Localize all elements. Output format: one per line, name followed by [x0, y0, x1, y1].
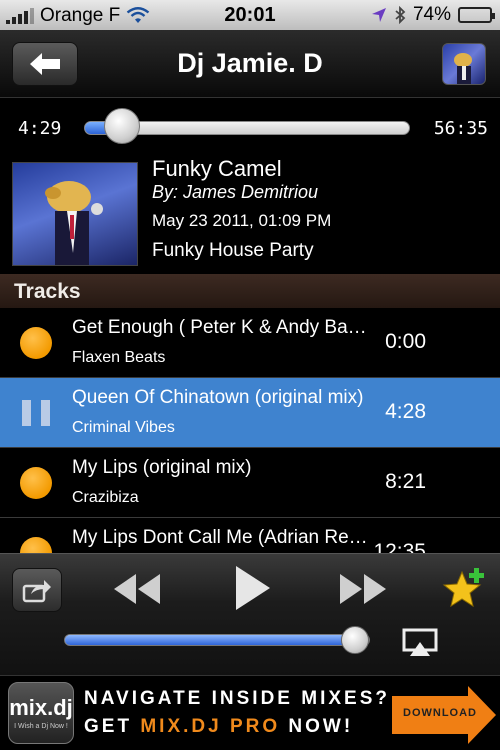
track-duration: 8:21: [385, 470, 426, 493]
progress-knob[interactable]: [104, 108, 141, 144]
track-title: My Lips Dont Call Me (Adrian Remix): [72, 527, 372, 548]
bluetooth-icon: [395, 6, 406, 24]
track-title: Queen Of Chinatown (original mix): [72, 387, 364, 408]
track-row[interactable]: Get Enough ( Peter K & Andy Baxter Remix…: [0, 308, 500, 378]
ad-logo-subtitle: I Wish a Dj Now !: [14, 723, 68, 730]
mix-artist: By: James Demitriou: [152, 182, 319, 202]
volume-fill: [65, 635, 354, 645]
track-duration: 0:00: [385, 330, 426, 353]
mix-cover-art: [12, 162, 138, 266]
ad-brand: MIX.DJ PRO: [140, 716, 281, 737]
mixdj-logo: mix.dj I Wish a Dj Now !: [8, 682, 74, 744]
share-button[interactable]: [12, 568, 62, 612]
share-icon: [22, 580, 51, 603]
camel-cover-icon: [45, 181, 103, 265]
camel-artwork-icon: [454, 53, 472, 84]
play-icon[interactable]: [232, 564, 272, 612]
favorite-star-add-icon[interactable]: [440, 566, 488, 612]
elapsed-time: 4:29: [18, 118, 62, 139]
track-artist: Flaxen Beats: [72, 349, 166, 366]
pause-icon: [22, 400, 50, 426]
volume-knob[interactable]: [340, 626, 369, 654]
mix-genre: Funky House Party: [152, 240, 314, 261]
ad-headline: NAVIGATE INSIDE MIXES?: [84, 688, 390, 709]
track-row[interactable]: My Lips Dont Call Me (Adrian Remix) 12:3…: [0, 518, 500, 553]
total-time: 56:35: [433, 118, 488, 139]
ad-banner[interactable]: mix.dj I Wish a Dj Now ! NAVIGATE INSIDE…: [0, 675, 500, 750]
track-status-dot-icon: [20, 327, 52, 359]
mix-title: Funky Camel: [152, 156, 282, 181]
player-controls: [0, 553, 500, 675]
ad-download-button[interactable]: DOWNLOAD: [392, 686, 496, 744]
volume-slider[interactable]: [64, 634, 370, 646]
airplay-icon[interactable]: [402, 628, 438, 658]
tracks-section-header: Tracks: [0, 274, 500, 308]
track-row[interactable]: Queen Of Chinatown (original mix) Crimin…: [0, 378, 500, 448]
navigation-bar: Dj Jamie. D: [0, 30, 500, 98]
playback-progress: 4:29 56:35: [0, 100, 500, 156]
mix-date: May 23 2011, 01:09 PM: [152, 211, 332, 230]
ad-subline-post: NOW!: [280, 716, 354, 737]
ad-subline: GET MIX.DJ PRO NOW!: [84, 716, 353, 738]
status-bar: Orange F 20:01 74%: [0, 0, 500, 30]
rewind-icon[interactable]: [112, 572, 162, 606]
status-right: 74%: [371, 4, 495, 26]
fast-forward-icon[interactable]: [338, 572, 388, 606]
track-title: My Lips (original mix): [72, 457, 252, 478]
track-status-dot-icon: [20, 537, 52, 553]
track-duration: 4:28: [385, 400, 426, 423]
ad-download-label: DOWNLOAD: [403, 707, 477, 719]
page-title: Dj Jamie. D: [177, 48, 323, 78]
track-row[interactable]: My Lips (original mix) Crazibiza 8:21: [0, 448, 500, 518]
track-artist: Criminal Vibes: [72, 419, 175, 436]
track-duration: 12:35: [373, 540, 426, 553]
mix-info: Funky Camel By: James Demitriou May 23 2…: [0, 156, 500, 272]
battery-icon: [458, 7, 495, 23]
ad-subline-pre: GET: [84, 716, 141, 737]
track-artist: Crazibiza: [72, 489, 139, 506]
dj-avatar-thumbnail[interactable]: [442, 43, 486, 85]
track-list: Get Enough ( Peter K & Andy Baxter Remix…: [0, 308, 500, 553]
battery-percent: 74%: [412, 4, 451, 25]
track-title: Get Enough ( Peter K & Andy Baxter Remix…: [72, 317, 372, 338]
ad-logo-text: mix.dj: [9, 695, 73, 720]
location-arrow-icon: [371, 8, 386, 22]
track-status-dot-icon: [20, 467, 52, 499]
